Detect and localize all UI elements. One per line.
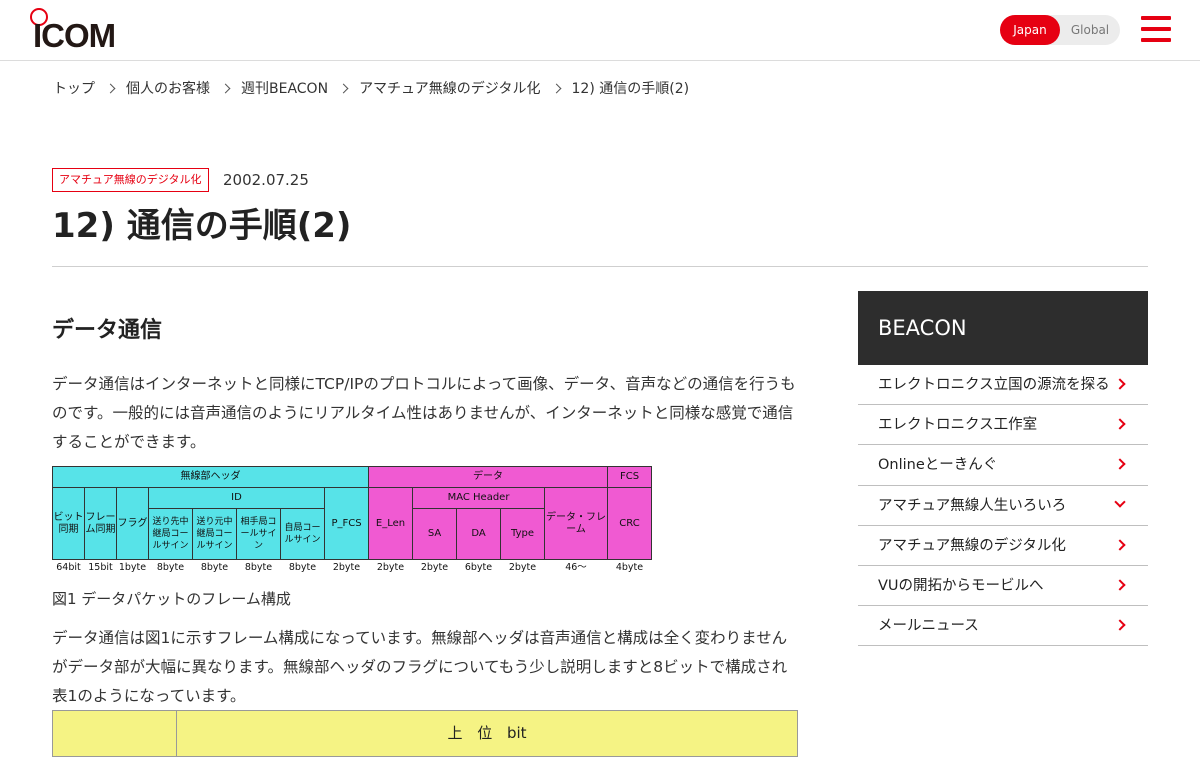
divider xyxy=(52,266,1148,267)
size-label: 6byte xyxy=(464,562,493,573)
size-label: 8byte xyxy=(288,562,317,573)
page-title: 12) 通信の手順(2) xyxy=(52,206,352,246)
size-label: 2byte xyxy=(332,562,361,573)
sidebar-nav: エレクトロニクス立国の源流を探る エレクトロニクス工作室 Onlineとーきんぐ… xyxy=(858,365,1148,647)
sidebar-item-label: アマチュア無線人生いろいろ xyxy=(878,497,1067,514)
region-switch: Japan Global xyxy=(1000,15,1120,45)
sidebar-item-label: Onlineとーきんぐ xyxy=(878,457,998,474)
breadcrumb-item-personal[interactable]: 個人のお客様 xyxy=(126,78,210,98)
table-cell xyxy=(53,711,177,756)
chevron-right-icon xyxy=(1114,579,1126,591)
field-crc: CRC xyxy=(607,487,652,560)
sidebar-item[interactable]: Onlineとーきんぐ xyxy=(858,445,1148,486)
figure-caption: 図1 データパケットのフレーム構成 xyxy=(52,590,291,608)
chevron-right-icon xyxy=(1114,458,1126,471)
sidebar-item-label: メールニュース xyxy=(878,618,979,635)
size-label: 2byte xyxy=(508,562,537,573)
paragraph: データ通信はインターネットと同様にTCP/IPのプロトコルによって画像、データ、… xyxy=(52,375,796,451)
field-e-len: E_Len xyxy=(368,487,413,560)
breadcrumb: トップ 個人のお客様 週刊BEACON アマチュア無線のデジタル化 12) 通信… xyxy=(53,78,689,98)
size-label: 2byte xyxy=(420,562,449,573)
sidebar-item[interactable]: メールニュース xyxy=(858,606,1148,647)
icom-logo[interactable]: ICOM xyxy=(30,8,122,54)
chevron-right-icon xyxy=(220,83,231,93)
field-p-fcs: P_FCS xyxy=(324,487,369,560)
hamburger-menu-icon[interactable] xyxy=(1141,16,1171,44)
field-frame-sync: フレーム同期 xyxy=(84,487,117,560)
category-tag[interactable]: アマチュア無線のデジタル化 xyxy=(52,168,209,192)
field-sa: SA xyxy=(412,508,457,560)
chevron-right-icon xyxy=(1114,418,1126,430)
field-bit-sync: ビット同期 xyxy=(52,487,85,560)
sidebar-title: BEACON xyxy=(858,291,1148,365)
field-peer-callsign: 相手局コールサイン xyxy=(236,508,281,560)
site-header: ICOM Japan Global xyxy=(0,0,1200,61)
field-da: DA xyxy=(456,508,501,560)
size-label: 2byte xyxy=(376,562,405,573)
field-dest-relay: 送り先中継局コールサイン xyxy=(148,508,193,560)
sidebar-item[interactable]: VUの開拓からモービルへ xyxy=(858,566,1148,607)
size-label: 46〜 xyxy=(565,562,587,573)
section-heading: データ通信 xyxy=(52,318,163,343)
sidebar-item[interactable]: エレクトロニクス立国の源流を探る xyxy=(858,365,1148,406)
size-label: 8byte xyxy=(156,562,185,573)
flag-table: 上 位 bit xyxy=(52,710,798,757)
table-header-upper-bit: 上 位 bit xyxy=(447,724,527,742)
sidebar-item-label: VUの開拓からモービルへ xyxy=(878,577,1044,594)
region-japan-button[interactable]: Japan xyxy=(1000,15,1060,45)
chevron-right-icon xyxy=(1114,378,1126,390)
size-label: 1byte xyxy=(118,562,147,573)
sidebar-item[interactable]: アマチュア無線のデジタル化 xyxy=(858,526,1148,566)
chevron-right-icon xyxy=(551,83,561,93)
paragraph: データ通信は図1に示すフレーム構成になっています。無線部ヘッダは音声通信と構成は… xyxy=(52,629,788,705)
breadcrumb-item-beacon[interactable]: 週刊BEACON xyxy=(241,78,328,98)
size-label: 8byte xyxy=(200,562,229,573)
breadcrumb-item-top[interactable]: トップ xyxy=(53,78,95,98)
group-data: データ xyxy=(368,466,608,488)
chevron-down-icon xyxy=(1114,495,1126,508)
field-flag: フラグ xyxy=(116,487,149,560)
size-label: 4byte xyxy=(615,562,644,573)
sidebar-item-label: エレクトロニクス立国の源流を探る xyxy=(878,377,1110,393)
group-radio-header: 無線部ヘッダ xyxy=(52,466,369,488)
size-label: 15bit xyxy=(88,562,113,573)
chevron-right-icon xyxy=(338,83,349,93)
article-date: 2002.07.25 xyxy=(223,171,309,189)
group-mac-header: MAC Header xyxy=(412,487,545,509)
group-id: ID xyxy=(148,487,325,509)
sidebar-item[interactable]: アマチュア無線人生いろいろ xyxy=(858,486,1148,526)
region-global-button[interactable]: Global xyxy=(1060,15,1120,45)
frame-structure-figure: 無線部ヘッダ データ FCS ID MAC Header ビット同期 フレーム同… xyxy=(52,466,652,576)
chevron-right-icon xyxy=(1114,539,1126,551)
sidebar-item[interactable]: エレクトロニクス工作室 xyxy=(858,405,1148,446)
breadcrumb-item-current: 12) 通信の手順(2) xyxy=(571,81,690,97)
chevron-right-icon xyxy=(1114,619,1126,631)
logo-text: ICOM xyxy=(33,17,116,54)
field-type: Type xyxy=(500,508,545,560)
size-label: 64bit xyxy=(56,562,81,573)
size-label: 8byte xyxy=(244,562,273,573)
chevron-right-icon xyxy=(105,83,116,93)
sidebar-item-label: アマチュア無線のデジタル化 xyxy=(878,537,1066,554)
field-data-frame: データ・フレーム xyxy=(544,487,608,560)
field-src-relay: 送り元中継局コールサイン xyxy=(192,508,237,560)
sidebar-item-label: エレクトロニクス工作室 xyxy=(878,417,1038,434)
group-fcs: FCS xyxy=(607,466,652,488)
breadcrumb-item-category[interactable]: アマチュア無線のデジタル化 xyxy=(359,78,540,98)
field-own-callsign: 自局コールサイン xyxy=(280,508,325,560)
